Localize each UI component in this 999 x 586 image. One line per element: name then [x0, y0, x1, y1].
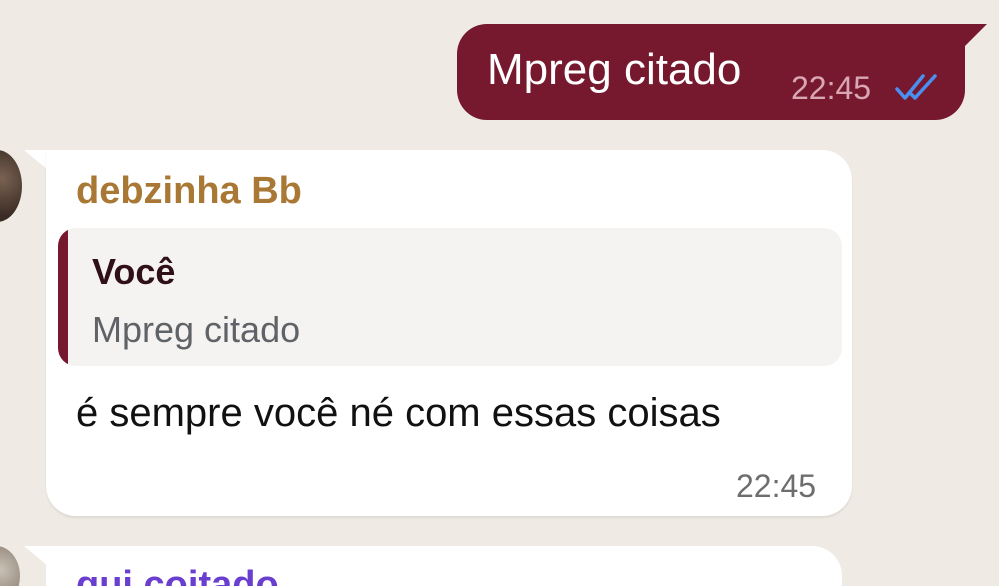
outgoing-message-text: Mpreg citado — [487, 45, 742, 94]
incoming-message-text: é sempre você né com essas coisas — [76, 391, 721, 435]
incoming-message-time: 22:45 — [736, 468, 817, 504]
sender-avatar[interactable] — [0, 150, 22, 222]
sender-avatar[interactable] — [0, 546, 20, 586]
sender-name[interactable]: debzinha Bb — [76, 168, 302, 214]
outgoing-message-bubble[interactable]: Mpreg citado 22:45 — [457, 24, 965, 120]
quote-accent-bar — [58, 228, 68, 366]
quoted-author: Você — [92, 251, 176, 292]
chat-view: Mpreg citado 22:45 debzinha Bb Você Mpre… — [0, 0, 999, 586]
incoming-message-bubble[interactable]: debzinha Bb Você Mpreg citado é sempre v… — [46, 150, 852, 516]
outgoing-message-time: 22:45 — [791, 70, 872, 106]
quoted-message[interactable]: Você Mpreg citado — [58, 228, 842, 366]
double-check-icon — [895, 74, 937, 100]
sender-name[interactable]: gui coitado — [76, 562, 279, 586]
incoming-message-bubble[interactable]: gui coitado — [46, 546, 842, 586]
quoted-text: Mpreg citado — [92, 309, 301, 350]
